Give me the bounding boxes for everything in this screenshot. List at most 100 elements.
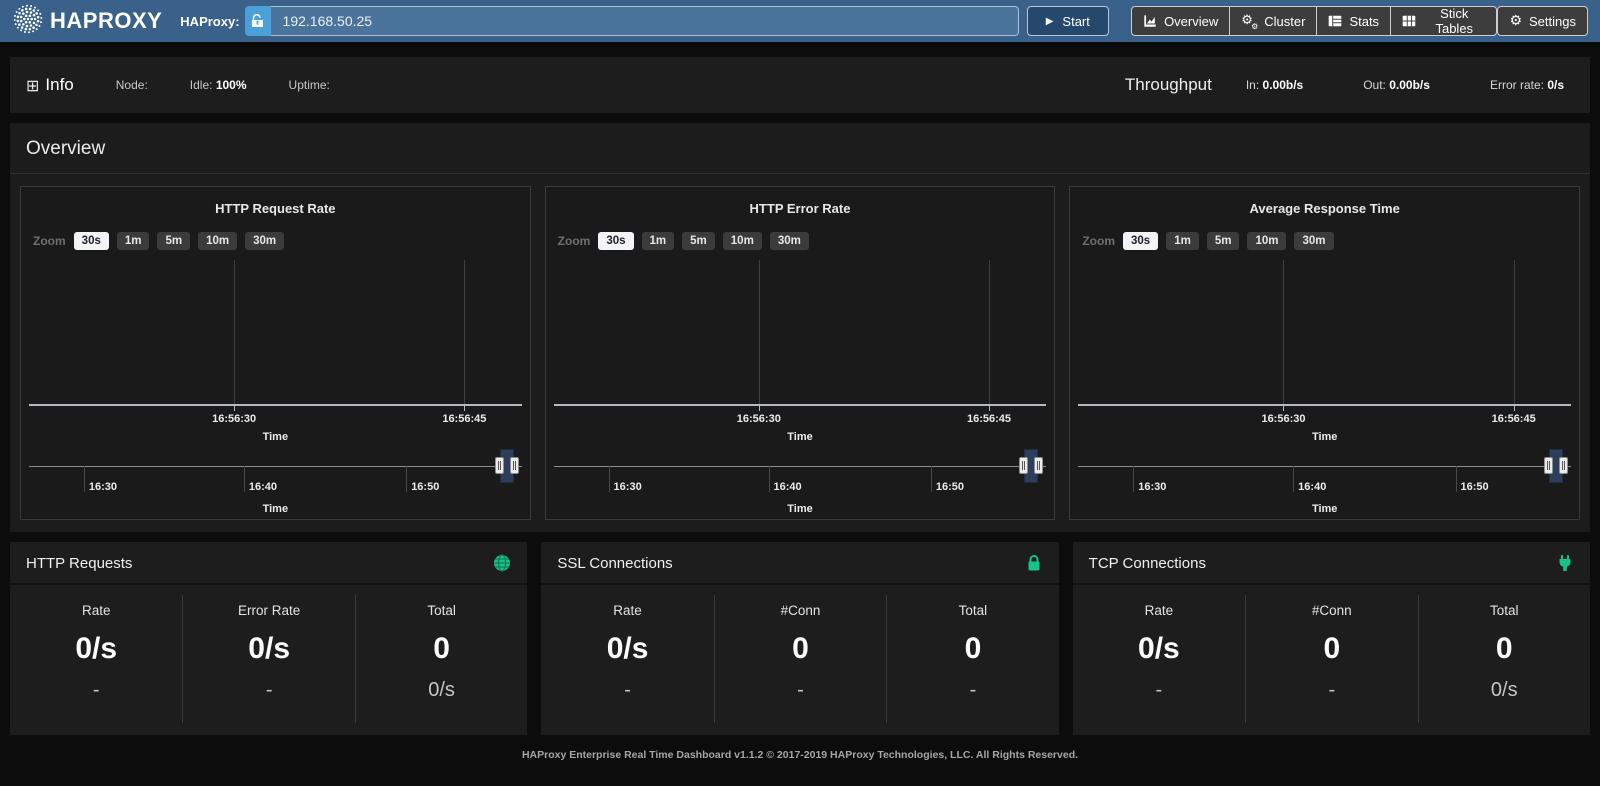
zoom-1m-button[interactable]: 1m: [1166, 232, 1199, 250]
gridline: [759, 260, 760, 406]
nav-stick-tables-button[interactable]: Stick Tables: [1390, 6, 1497, 36]
zoom-1m-button[interactable]: 1m: [117, 232, 150, 250]
plot-area[interactable]: [558, 260, 1043, 406]
navigator-tick: [1133, 466, 1134, 492]
navigator-axis-title: Time: [33, 503, 518, 515]
zoom-10m-button[interactable]: 10m: [198, 232, 237, 250]
navigator-tick: [609, 466, 610, 492]
gridline: [1514, 260, 1515, 406]
gridline: [234, 260, 235, 406]
tick-label: 16:56:45: [1492, 413, 1536, 425]
stat-value: 0: [1246, 632, 1417, 666]
navigator-selected-range[interactable]: [500, 449, 514, 483]
card-header: SSL Connections: [541, 542, 1058, 585]
plug-icon: [1556, 554, 1574, 572]
x-axis-labels: 16:56:30 16:56:45: [558, 413, 1043, 428]
nav-overview-button[interactable]: Overview: [1131, 6, 1230, 36]
area-chart-icon: [1143, 14, 1157, 28]
settings-label: Settings: [1529, 14, 1576, 29]
range-navigator[interactable]: 16:30 16:40 16:50: [1082, 456, 1567, 502]
info-bar: ⊞ Info Node: Idle: 100% Uptime: Throughp…: [10, 57, 1590, 113]
navigator-tick: [1293, 466, 1294, 492]
navigator-left-handle[interactable]: [1019, 457, 1028, 474]
navigator-selected-range[interactable]: [1549, 449, 1563, 483]
x-axis-tick: [759, 406, 760, 411]
navigator-left-handle[interactable]: [1544, 457, 1553, 474]
stat-label: Rate: [541, 603, 713, 618]
stat-column: #Conn 0 -: [1245, 595, 1417, 723]
stat-sub-value: 0/s: [1419, 679, 1590, 702]
haproxy-brand: HAPROXY: [12, 3, 162, 40]
card-body: Rate 0/s - #Conn 0 - Total 0 0/s: [1073, 585, 1590, 735]
stat-label: Rate: [10, 603, 182, 618]
stat-column: Rate 0/s -: [1073, 595, 1245, 723]
stat-value: 0: [715, 632, 886, 666]
x-axis-tick: [989, 406, 990, 411]
unlock-icon-button[interactable]: [245, 6, 271, 36]
zoom-30m-button[interactable]: 30m: [1294, 232, 1333, 250]
stat-label: Total: [356, 603, 527, 618]
nav-stick-tables-label: Stick Tables: [1423, 6, 1485, 36]
navigator-right-handle[interactable]: [1034, 457, 1043, 474]
chart-title: HTTP Error Rate: [558, 201, 1043, 216]
plot-area[interactable]: [33, 260, 518, 406]
zoom-selector: Zoom 30s 1m 5m 10m 30m: [558, 232, 1043, 250]
range-navigator[interactable]: 16:30 16:40 16:50: [33, 456, 518, 502]
zoom-30s-button[interactable]: 30s: [598, 232, 633, 250]
stat-column: Total 0 0/s: [1418, 595, 1590, 723]
x-axis-tick: [234, 406, 235, 411]
play-icon: ▶: [1046, 16, 1054, 27]
gear-icon: ⚙: [1509, 14, 1522, 28]
zoom-label: Zoom: [33, 234, 66, 248]
zoom-30m-button[interactable]: 30m: [245, 232, 284, 250]
stat-value: 0/s: [1073, 632, 1245, 666]
x-axis-line: [554, 404, 1047, 406]
stat-value: 0/s: [541, 632, 713, 666]
globe-icon: [493, 554, 511, 572]
top-navbar: HAPROXY HAProxy: ▶ Start Overview ⚙⚙ Clu…: [0, 0, 1600, 42]
navigator-tick: [84, 466, 85, 492]
gridline: [1283, 260, 1284, 406]
navigator-tick: [406, 466, 407, 492]
card-header: HTTP Requests: [10, 542, 527, 585]
start-button[interactable]: ▶ Start: [1027, 6, 1110, 36]
throughput-title: Throughput: [1125, 75, 1212, 95]
navigator-axis-title: Time: [558, 503, 1043, 515]
zoom-5m-button[interactable]: 5m: [682, 232, 715, 250]
zoom-10m-button[interactable]: 10m: [723, 232, 762, 250]
range-navigator[interactable]: 16:30 16:40 16:50: [558, 456, 1043, 502]
info-label: Info: [45, 75, 73, 95]
nav-button-group: Overview ⚙⚙ Cluster Stats Stick Tables: [1131, 6, 1497, 36]
navigator-selected-range[interactable]: [1024, 449, 1038, 483]
navigator-right-handle[interactable]: [510, 457, 519, 474]
nav-stats-button[interactable]: Stats: [1316, 6, 1391, 36]
x-axis-title: Time: [33, 431, 518, 443]
zoom-30s-button[interactable]: 30s: [1123, 232, 1158, 250]
address-input[interactable]: [271, 6, 1019, 36]
navigator-axis-line: [29, 466, 522, 467]
stat-value: 0: [1419, 632, 1590, 666]
zoom-1m-button[interactable]: 1m: [642, 232, 675, 250]
zoom-5m-button[interactable]: 5m: [157, 232, 190, 250]
settings-button[interactable]: ⚙ Settings: [1497, 6, 1588, 36]
x-axis-tick: [1514, 406, 1515, 411]
plot-area[interactable]: [1082, 260, 1567, 406]
zoom-10m-button[interactable]: 10m: [1247, 232, 1286, 250]
navigator-left-handle[interactable]: [495, 457, 504, 474]
stats-icon: [1328, 14, 1342, 28]
navigator-right-handle[interactable]: [1559, 457, 1568, 474]
navigator-tick-label: 16:30: [1138, 481, 1166, 493]
throughput-in: In: 0.00b/s: [1246, 78, 1303, 92]
zoom-30s-button[interactable]: 30s: [74, 232, 109, 250]
stat-label: Total: [887, 603, 1058, 618]
idle-stat: Idle: 100%: [190, 78, 247, 92]
stat-value: 0: [356, 632, 527, 666]
zoom-5m-button[interactable]: 5m: [1207, 232, 1240, 250]
zoom-30m-button[interactable]: 30m: [770, 232, 809, 250]
navigator-tick-label: 16:50: [411, 481, 439, 493]
lock-icon: [1025, 554, 1043, 572]
overview-header: Overview: [10, 123, 1590, 174]
nav-cluster-button[interactable]: ⚙⚙ Cluster: [1229, 6, 1317, 36]
x-axis-title: Time: [1082, 431, 1567, 443]
info-toggle[interactable]: ⊞ Info: [26, 75, 74, 95]
